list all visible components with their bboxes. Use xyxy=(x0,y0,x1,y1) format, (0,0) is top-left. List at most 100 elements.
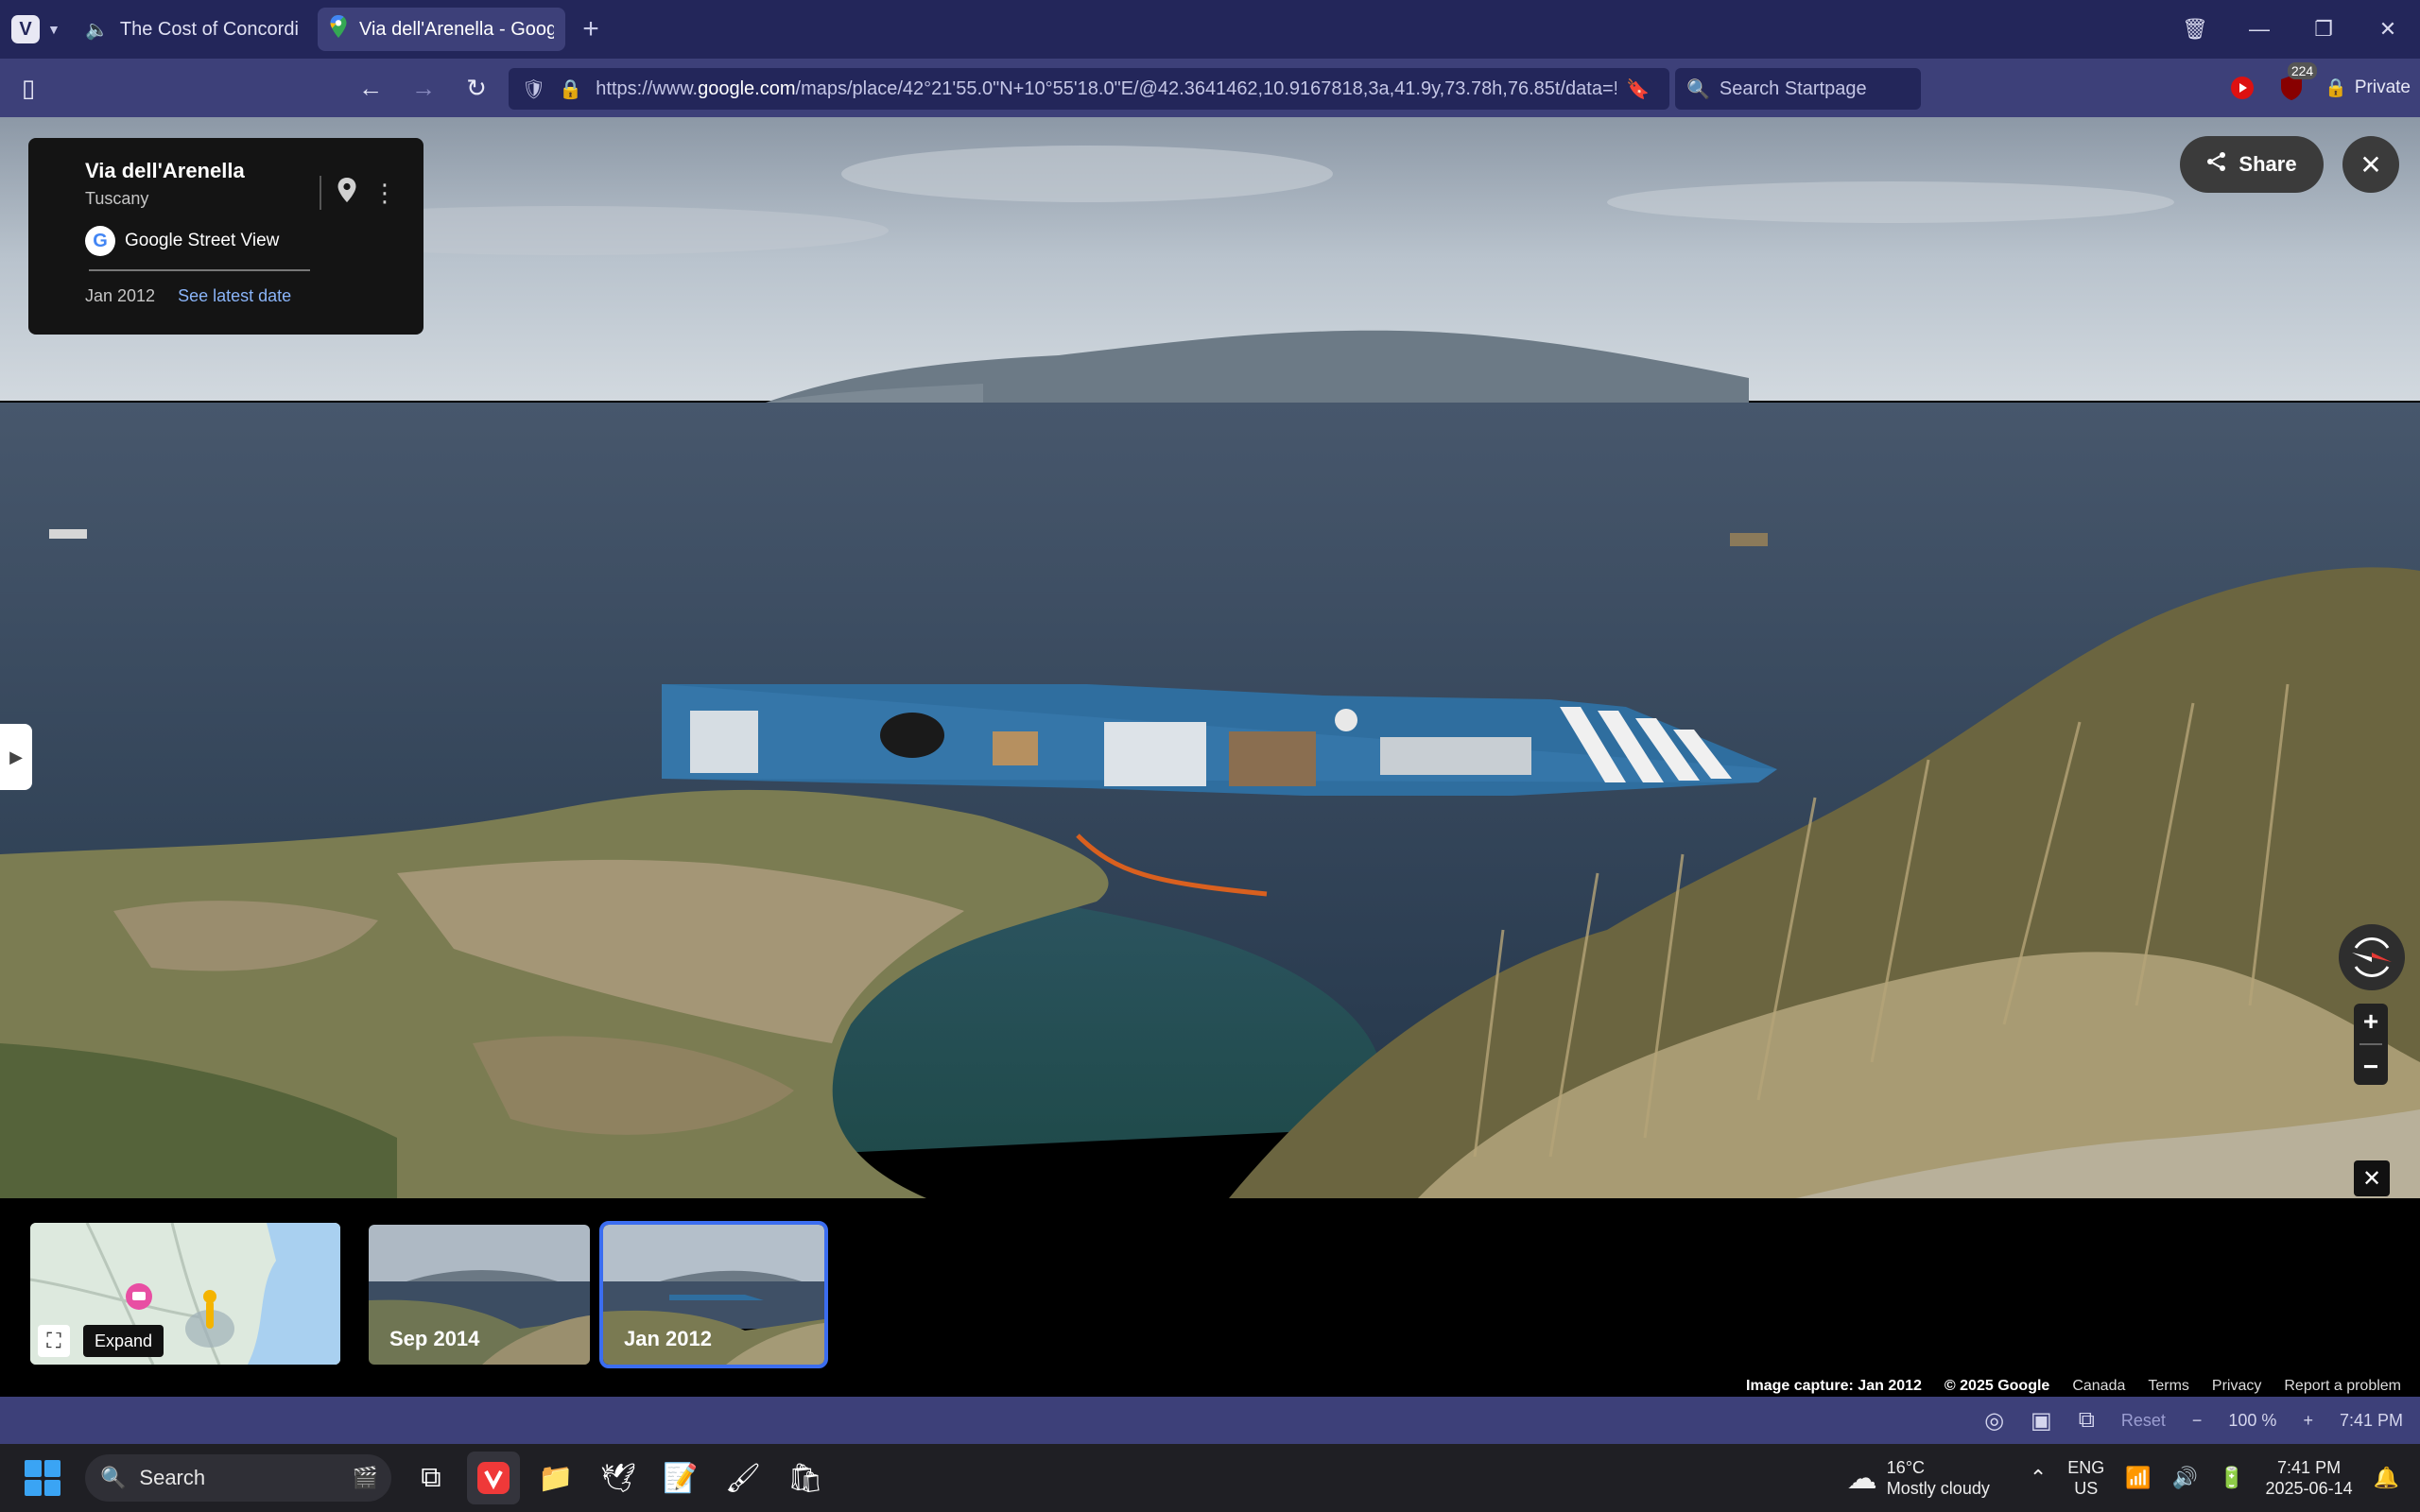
chevron-up-icon[interactable]: ⌃ xyxy=(2030,1466,2047,1490)
zoom-level[interactable]: 100 % xyxy=(2228,1411,2276,1431)
panel-toggle-icon[interactable]: ▯ xyxy=(2,65,55,111)
text-editor-icon[interactable]: 📝 xyxy=(654,1452,707,1504)
store-app-icon[interactable]: 🛍 xyxy=(779,1452,832,1504)
youtube-extension-icon[interactable] xyxy=(2226,72,2258,104)
location-pin-icon[interactable] xyxy=(337,177,357,210)
bookmark-icon[interactable]: 🔖 xyxy=(1626,77,1650,101)
weather-temp: 16°C xyxy=(1886,1457,1926,1477)
compass-icon xyxy=(2352,937,2392,977)
task-view-icon[interactable]: ⧉ xyxy=(405,1452,458,1504)
lang-bottom: US xyxy=(2074,1479,2099,1498)
card-actions: ⋮ xyxy=(320,176,397,210)
zoom-reset-button[interactable]: Reset xyxy=(2121,1411,2166,1431)
extension-badge-count: 224 xyxy=(2287,62,2318,79)
reload-button[interactable]: ↻ xyxy=(450,65,503,111)
compass-control[interactable] xyxy=(2339,924,2405,990)
taskbar-search-input[interactable]: 🔍 Search 🎬 xyxy=(85,1454,391,1502)
address-bar[interactable]: 🛡 🔒 https://www.google.com/maps/place/42… xyxy=(509,68,1669,110)
more-options-icon[interactable]: ⋮ xyxy=(372,179,397,208)
url-text: https://www.google.com/maps/place/42°21'… xyxy=(596,77,1617,99)
see-latest-date-link[interactable]: See latest date xyxy=(178,286,291,306)
taskbar-search-label: Search xyxy=(139,1466,206,1489)
private-label: Private xyxy=(2354,77,2411,97)
weather-widget[interactable]: ☁ 16°C Mostly cloudy xyxy=(1847,1457,1990,1500)
capture-icon[interactable]: ◎ xyxy=(1984,1407,2004,1435)
share-icon xyxy=(2206,151,2227,178)
volume-icon[interactable]: 🔊 xyxy=(2172,1466,2198,1490)
zoom-in-icon[interactable]: + xyxy=(2303,1411,2313,1431)
date-row: Jan 2012 See latest date xyxy=(85,286,397,306)
close-timeline-button[interactable]: ✕ xyxy=(2354,1160,2390,1196)
back-button[interactable]: ← xyxy=(344,65,397,111)
ublock-extension-icon[interactable]: 224 xyxy=(2275,62,2318,104)
vertical-divider xyxy=(320,176,321,210)
close-window-button[interactable]: ✕ xyxy=(2356,0,2420,59)
provider-label: Google Street View xyxy=(125,231,280,250)
search-highlight-icon: 🎬 xyxy=(352,1466,378,1489)
language-indicator[interactable]: ENG US xyxy=(2067,1457,2104,1500)
chevron-down-icon[interactable]: ▼ xyxy=(47,22,66,37)
close-icon: ✕ xyxy=(2360,149,2382,180)
page-actions-icon[interactable]: ⧉ xyxy=(2079,1407,2095,1434)
battery-icon[interactable]: 🔋 xyxy=(2219,1466,2244,1490)
wifi-icon[interactable]: 📶 xyxy=(2125,1466,2151,1490)
weather-desc: Mostly cloudy xyxy=(1886,1479,1990,1498)
pegman-icon xyxy=(206,1300,214,1329)
browser-status-bar: ◎ ▣ ⧉ Reset − 100 % + 7:41 PM xyxy=(0,1397,2420,1444)
provider-row: G Google Street View xyxy=(85,226,397,256)
notification-bell-icon[interactable]: 🔔 xyxy=(2374,1466,2399,1490)
zoom-control: + − xyxy=(2354,1004,2388,1085)
vivaldi-app-icon[interactable] xyxy=(467,1452,520,1504)
tiling-icon[interactable]: ▣ xyxy=(2031,1407,2052,1435)
paint-app-icon[interactable]: 🖌 xyxy=(717,1452,769,1504)
close-street-view-button[interactable]: ✕ xyxy=(2342,136,2399,193)
search-icon: 🔍 xyxy=(1686,78,1710,100)
tab-google-maps[interactable]: Via dell'Arenella - Google M xyxy=(318,8,565,51)
image-capture-label: Image capture: Jan 2012 xyxy=(1746,1378,1922,1394)
private-icon: 🔒 xyxy=(2325,78,2347,98)
maximize-button[interactable]: ❐ xyxy=(2291,0,2356,59)
share-button[interactable]: Share xyxy=(2180,136,2324,193)
tab-label: The Cost of Concordia - You xyxy=(119,18,299,40)
capture-date: Jan 2012 xyxy=(85,286,156,305)
google-maps-icon xyxy=(329,14,348,44)
footer-link-terms[interactable]: Terms xyxy=(2148,1378,2189,1397)
zoom-in-button[interactable]: + xyxy=(2363,1006,2378,1037)
footer-link-canada[interactable]: Canada xyxy=(2072,1378,2125,1397)
trash-icon[interactable]: 🗑 xyxy=(2163,0,2227,59)
tab-concordia-video[interactable]: 🔈 The Cost of Concordia - You xyxy=(74,8,310,51)
zoom-out-button[interactable]: − xyxy=(2363,1052,2378,1082)
card-divider xyxy=(89,269,310,271)
windows-start-icon[interactable] xyxy=(25,1460,60,1496)
new-tab-button[interactable]: + xyxy=(577,13,605,45)
vivaldi-menu-button[interactable]: V xyxy=(11,15,40,43)
system-tray: ☁ 16°C Mostly cloudy ⌃ ENG US 📶 🔊 🔋 7:41… xyxy=(1847,1444,2420,1512)
search-icon: 🔍 xyxy=(100,1466,127,1489)
search-input[interactable]: 🔍 Search Startpage xyxy=(1675,68,1921,110)
footer-link-privacy[interactable]: Privacy xyxy=(2212,1378,2261,1397)
expand-tooltip: Expand xyxy=(83,1325,164,1357)
timeline-thumb-sep-2014[interactable]: Sep 2014 xyxy=(369,1225,590,1365)
browser-toolbar: ▯ ← → ↻ 🛡 🔒 https://www.google.com/maps/… xyxy=(0,59,2420,117)
footer-link-report-problem[interactable]: Report a problem xyxy=(2284,1378,2401,1397)
forward-button[interactable]: → xyxy=(397,65,450,111)
minimize-button[interactable]: — xyxy=(2227,0,2291,59)
taskbar-clock[interactable]: 7:41 PM 2025-06-14 xyxy=(2266,1457,2353,1500)
mini-map[interactable]: ⛶ Expand xyxy=(30,1223,340,1365)
speaker-icon: 🔈 xyxy=(85,19,109,41)
thunderbird-icon[interactable]: 🕊 xyxy=(592,1452,645,1504)
expand-icon[interactable]: ⛶ xyxy=(38,1325,70,1357)
close-icon: ✕ xyxy=(2361,1165,2382,1192)
chevron-right-icon: ▶ xyxy=(9,747,23,766)
lang-top: ENG xyxy=(2067,1457,2105,1477)
timeline-thumb-jan-2012[interactable]: Jan 2012 xyxy=(599,1221,828,1368)
thumb-label: Sep 2014 xyxy=(389,1327,480,1350)
zoom-out-icon[interactable]: − xyxy=(2192,1411,2203,1431)
shield-icon[interactable]: 🛡 xyxy=(522,77,545,101)
file-explorer-icon[interactable]: 📁 xyxy=(529,1452,582,1504)
zoom-divider xyxy=(2360,1042,2382,1045)
lock-icon: 🔒 xyxy=(559,78,583,100)
private-indicator[interactable]: 🔒 Private xyxy=(2325,77,2411,99)
expand-side-panel-button[interactable]: ▶ xyxy=(0,724,32,790)
windows-taskbar: 🔍 Search 🎬 ⧉ 📁 🕊 📝 🖌 🛍 ☁ 16°C Mostly clo… xyxy=(0,1444,2420,1512)
